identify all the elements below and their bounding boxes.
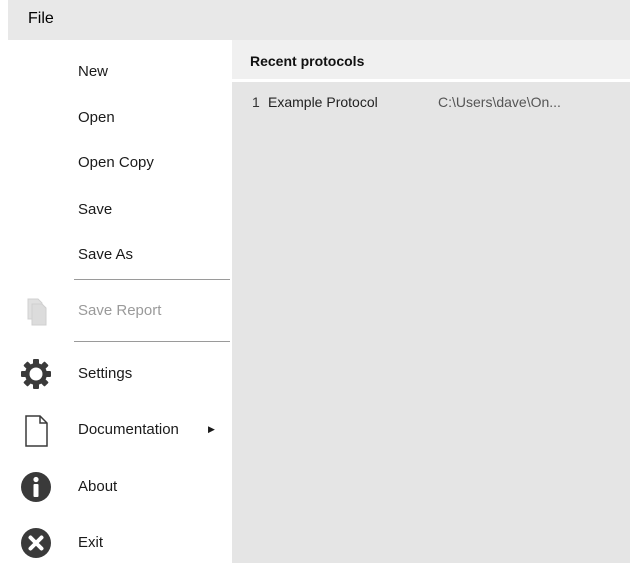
recent-protocols-header: Recent protocols (232, 40, 630, 82)
recent-item-path: C:\Users\dave\On... (438, 94, 561, 110)
menu-item-label: Save (78, 201, 113, 218)
recent-protocols-title: Recent protocols (250, 53, 365, 69)
menu-item-label: New (78, 63, 109, 80)
menu-item-open[interactable]: Open (8, 98, 232, 138)
menu-item-label: Exit (78, 534, 104, 551)
recent-item-name: Example Protocol (268, 94, 378, 110)
gear-icon (20, 358, 52, 390)
document-copy-icon (20, 295, 52, 327)
file-tab-label: File (28, 10, 54, 27)
menu-item-label: Save As (78, 246, 134, 263)
menu-separator (74, 341, 230, 342)
submenu-arrow-icon: ▶ (208, 425, 215, 435)
file-menu: New Open Open Copy Save Save As Save Rep… (8, 40, 232, 563)
recent-protocol-item[interactable]: 1 Example Protocol C:\Users\dave\On... (232, 88, 630, 116)
top-bar (68, 0, 630, 40)
menu-item-documentation[interactable]: Documentation ▶ (8, 410, 232, 450)
recent-item-index: 1 (252, 94, 260, 110)
info-icon (20, 471, 52, 503)
menu-item-open-copy[interactable]: Open Copy (8, 143, 232, 183)
menu-item-label: Save Report (78, 302, 162, 319)
menu-item-settings[interactable]: Settings (8, 354, 232, 394)
menu-item-new[interactable]: New (8, 52, 232, 92)
menu-item-label: Documentation (78, 421, 179, 438)
menu-item-save-as[interactable]: Save As (8, 235, 232, 275)
menu-item-label: About (78, 478, 118, 495)
menu-item-save[interactable]: Save (8, 190, 232, 230)
menu-item-label: Open Copy (78, 154, 154, 171)
recent-protocols-panel: Recent protocols 1 Example Protocol C:\U… (232, 40, 630, 563)
menu-separator (74, 279, 230, 280)
menu-item-save-report[interactable]: Save Report (8, 291, 232, 331)
menu-item-exit[interactable]: Exit (8, 523, 232, 563)
document-icon (20, 414, 52, 447)
backstage-window: File New Open Open Copy Save Save As Sav… (0, 0, 630, 563)
menu-item-label: Settings (78, 365, 133, 382)
file-tab[interactable]: File (8, 0, 68, 40)
close-circle-icon (20, 527, 52, 559)
menu-item-label: Open (78, 109, 115, 126)
menu-item-about[interactable]: About (8, 467, 232, 507)
